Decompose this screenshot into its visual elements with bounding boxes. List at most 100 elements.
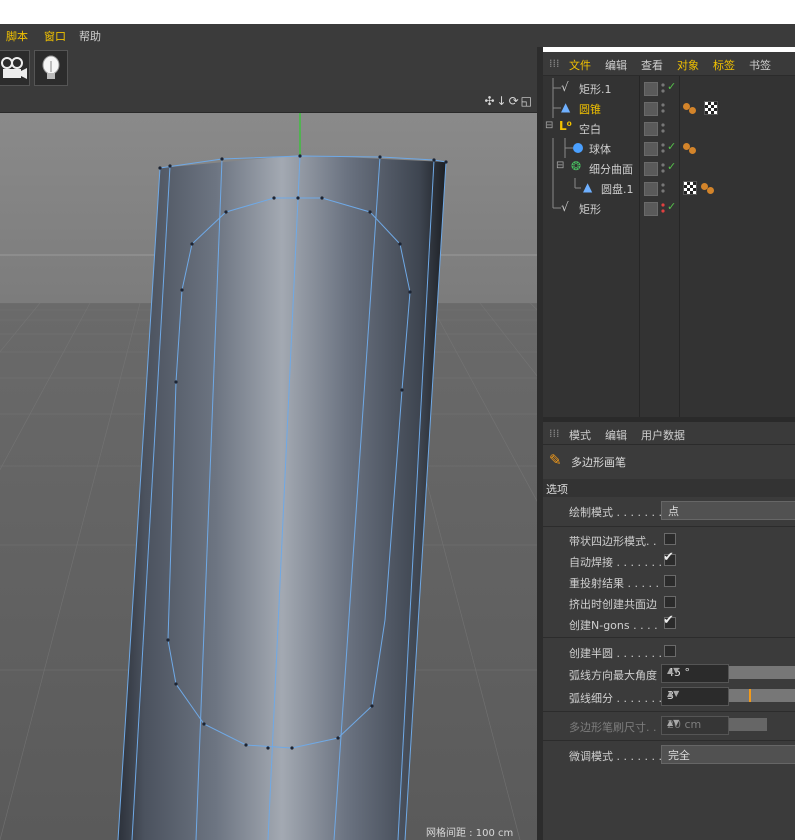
quad-strip-label: 带状四边形模式. . (569, 535, 657, 548)
enabled-check-icon[interactable]: ✓ (667, 160, 676, 173)
auto-weld-row: 自动焊接 . . . . . . . ✔ (543, 550, 795, 571)
menu-bookmarks[interactable]: 书签 (749, 57, 771, 73)
layer-toggle[interactable] (644, 182, 658, 196)
object-row[interactable]: 球体 ✓ (543, 138, 795, 158)
material-tag-icon[interactable] (689, 147, 696, 154)
object-manager-menu: ⁞⁞⁞ 文件 编辑 查看 对象 标签 书签 (543, 52, 795, 76)
visibility-dots-icon[interactable] (661, 141, 665, 155)
divider (543, 637, 795, 638)
object-row[interactable]: ▲ 圆盘.1 (543, 178, 795, 198)
menu-file[interactable]: 文件 (569, 57, 591, 73)
visibility-dots-icon[interactable] (661, 181, 665, 195)
sphere-icon (573, 143, 583, 153)
collapse-icon[interactable]: ⊟ (545, 120, 553, 131)
menu-window[interactable]: 窗口 (44, 28, 66, 44)
toolbar (0, 47, 540, 90)
arc-max-angle-slider[interactable] (729, 666, 795, 679)
divider (543, 711, 795, 712)
object-name[interactable]: 圆锥 (579, 101, 601, 117)
menu-objects[interactable]: 对象 (677, 57, 699, 73)
arc-max-angle-input[interactable]: 45 ° ▲▼ (661, 664, 729, 683)
draw-mode-label: 绘制模式 . . . . . . . (569, 506, 662, 519)
stepper-arrows-icon[interactable]: ▲▼ (667, 666, 725, 675)
checker-texture-tag-icon[interactable] (704, 101, 718, 115)
arc-subdiv-row: 弧线细分 . . . . . . . 3 ▲▼ (543, 686, 795, 707)
subdivision-icon: ❂ (571, 159, 582, 173)
viewport-header: ✣↓⟳◱ (0, 90, 540, 113)
menu-tags[interactable]: 标签 (713, 57, 735, 73)
menu-script[interactable]: 脚本 (6, 28, 28, 44)
create-semicircle-checkbox[interactable] (664, 645, 676, 657)
quad-strip-row: 带状四边形模式. . (543, 529, 795, 550)
object-name[interactable]: 圆盘.1 (601, 181, 634, 197)
object-name[interactable]: 球体 (589, 141, 611, 157)
brush-size-label: 多边形笔刷尺寸. . (569, 721, 657, 734)
spline-icon: √ (561, 80, 569, 94)
arc-subdiv-slider[interactable] (729, 689, 795, 702)
menu-edit[interactable]: 编辑 (605, 57, 627, 73)
reproject-checkbox[interactable] (664, 575, 676, 587)
slider-handle[interactable] (749, 689, 751, 702)
lightbulb-icon (42, 55, 60, 79)
stepper-arrows-icon[interactable]: ▲▼ (667, 718, 725, 727)
attribute-manager-menu: ⁞⁞⁞ 模式 编辑 用户数据 (543, 422, 795, 445)
reproject-label: 重投射结果 . . . . . (569, 577, 659, 590)
visibility-dots-icon[interactable] (661, 121, 665, 135)
object-row[interactable]: √ 矩形.1 ✓ (543, 78, 795, 98)
light-button[interactable] (34, 50, 68, 86)
layer-toggle[interactable] (644, 142, 658, 156)
enabled-check-icon[interactable]: ✓ (667, 140, 676, 153)
enabled-check-icon[interactable]: ✓ (667, 80, 676, 93)
stepper-arrows-icon[interactable]: ▲▼ (667, 689, 725, 698)
checker-texture-tag-icon[interactable] (683, 181, 697, 195)
layer-toggle[interactable] (644, 162, 658, 176)
object-row[interactable]: ⊟ L⁰ 空白 (543, 118, 795, 138)
material-tag-icon[interactable] (707, 187, 714, 194)
tweak-mode-row: 微调模式 . . . . . . . 完全 (543, 744, 795, 765)
divider (543, 740, 795, 741)
grip-icon[interactable]: ⁞⁞⁞ (549, 57, 560, 70)
visibility-dots-icon[interactable] (661, 101, 665, 115)
create-ngons-label: 创建N-gons . . . . (569, 619, 658, 632)
3d-viewport[interactable] (0, 113, 537, 840)
viewport-nav-icons[interactable]: ✣↓⟳◱ (484, 94, 534, 108)
tweak-mode-dropdown[interactable]: 完全 (661, 745, 795, 764)
object-name[interactable]: 空白 (579, 121, 601, 137)
extrude-shared-checkbox[interactable] (664, 596, 676, 608)
layer-toggle[interactable] (644, 202, 658, 216)
viewport-scene (0, 113, 537, 840)
section-title: 选项 (546, 483, 568, 496)
brush-size-slider[interactable] (729, 718, 767, 731)
layer-toggle[interactable] (644, 102, 658, 116)
object-row[interactable]: ▲ 圆锥 (543, 98, 795, 118)
brush-size-input[interactable]: 20 cm ▲▼ (661, 716, 729, 735)
object-row[interactable]: ⊟ ❂ 细分曲面 ✓ (543, 158, 795, 178)
draw-mode-value: 点 (668, 505, 679, 518)
menu-user-data[interactable]: 用户数据 (641, 427, 685, 443)
object-name[interactable]: 矩形 (579, 201, 601, 217)
visibility-dots-icon[interactable] (661, 81, 665, 95)
menu-view[interactable]: 查看 (641, 57, 663, 73)
object-row[interactable]: √ 矩形 ✓ (543, 198, 795, 218)
menu-help[interactable]: 帮助 (79, 28, 101, 44)
camera-button[interactable] (0, 50, 30, 86)
object-name[interactable]: 矩形.1 (579, 81, 612, 97)
arc-subdiv-input[interactable]: 3 ▲▼ (661, 687, 729, 706)
object-name[interactable]: 细分曲面 (589, 161, 633, 177)
layer-toggle[interactable] (644, 82, 658, 96)
collapse-icon[interactable]: ⊟ (556, 160, 564, 171)
visibility-dots-icon[interactable] (661, 201, 665, 215)
layer-toggle[interactable] (644, 122, 658, 136)
grip-icon[interactable]: ⁞⁞⁞ (549, 427, 560, 440)
menu-mode[interactable]: 模式 (569, 427, 591, 443)
menu-edit[interactable]: 编辑 (605, 427, 627, 443)
material-tag-icon[interactable] (689, 107, 696, 114)
draw-mode-dropdown[interactable]: 点 (661, 501, 795, 520)
enabled-check-icon[interactable]: ✓ (667, 200, 676, 213)
quad-strip-checkbox[interactable] (664, 533, 676, 545)
section-header[interactable]: 选项 (543, 479, 795, 497)
arc-subdiv-label: 弧线细分 . . . . . . . (569, 692, 662, 705)
object-manager: ⁞⁞⁞ 文件 编辑 查看 对象 标签 书签 √ 矩形.1 ✓ ▲ 圆锥 ⊟ L⁰… (543, 52, 795, 417)
tool-name: 多边形画笔 (571, 456, 626, 469)
visibility-dots-icon[interactable] (661, 161, 665, 175)
